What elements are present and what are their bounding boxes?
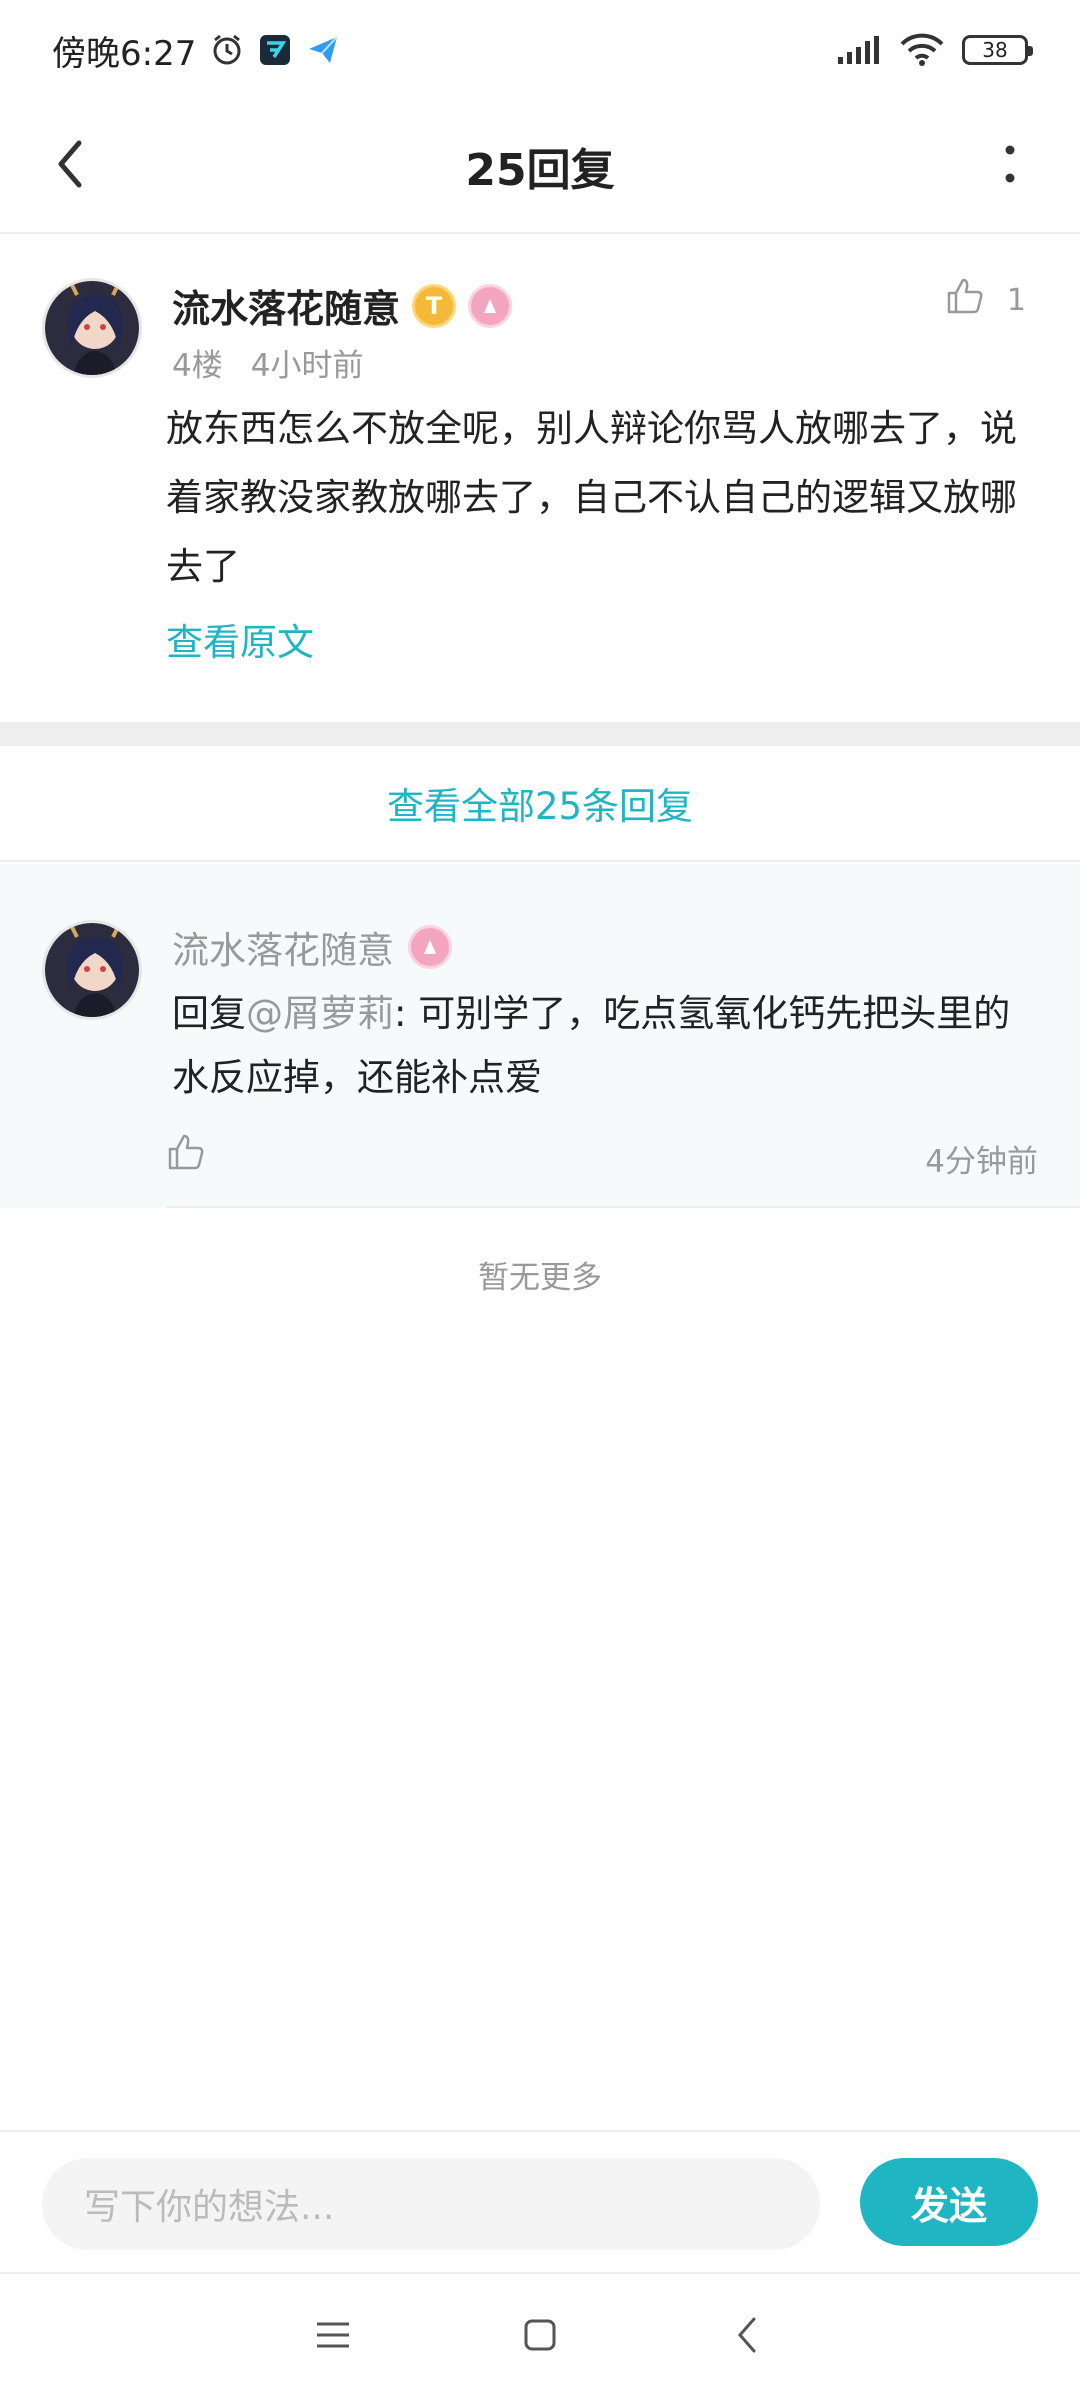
reply-time: 4分钟前 bbox=[925, 1144, 1038, 1180]
reply-content: 回复@屑萝莉: 可别学了，吃点氢氧化钙先把头里的水反应掉，还能补点爱 bbox=[172, 982, 1042, 1110]
reply-item: 流水落花随意 回复@屑萝莉: 可别学了，吃点氢氧化钙先把头里的水反应掉，还能补点… bbox=[0, 864, 1080, 1208]
chevron-left-icon bbox=[55, 139, 85, 193]
status-left: 傍晚6:27 bbox=[52, 26, 340, 75]
status-right: 38 bbox=[836, 33, 1033, 67]
no-more-text: 暂无更多 bbox=[478, 1260, 602, 1296]
send-icon bbox=[306, 33, 340, 67]
username-row: 流水落花随意 T bbox=[172, 278, 513, 333]
back-button[interactable] bbox=[40, 136, 100, 196]
status-bar: 傍晚6:27 38 bbox=[0, 0, 1080, 100]
thumbs-up-icon bbox=[166, 1134, 206, 1176]
header: 25回复 bbox=[0, 100, 1080, 234]
reply-prefix: 回复 bbox=[172, 992, 246, 1035]
view-original-link[interactable]: 查看原文 bbox=[166, 612, 314, 666]
send-button[interactable]: 发送 bbox=[860, 2158, 1038, 2246]
mention-link[interactable]: @屑萝莉 bbox=[246, 992, 394, 1035]
gold-badge-icon: T bbox=[412, 283, 457, 328]
more-vertical-icon bbox=[1004, 144, 1016, 188]
more-button[interactable] bbox=[980, 136, 1040, 196]
reply-like-button[interactable] bbox=[166, 1132, 206, 1176]
app-icon bbox=[258, 33, 292, 67]
reply-divider bbox=[166, 1206, 1080, 1208]
wifi-icon bbox=[900, 33, 944, 67]
home-button[interactable] bbox=[510, 2307, 570, 2367]
view-all-replies-link[interactable]: 查看全部25条回复 bbox=[0, 746, 1080, 862]
menu-button[interactable] bbox=[303, 2307, 363, 2367]
reply-username-row: 流水落花随意 bbox=[172, 920, 452, 974]
back-nav-button[interactable] bbox=[717, 2307, 777, 2367]
avatar[interactable] bbox=[42, 278, 142, 378]
status-time: 傍晚6:27 bbox=[52, 33, 197, 74]
floor-number: 4楼 bbox=[172, 348, 223, 384]
comment-input[interactable]: 写下你的想法... bbox=[42, 2158, 820, 2250]
square-icon bbox=[523, 2318, 557, 2356]
comment-time: 4小时前 bbox=[250, 348, 364, 384]
like-button[interactable]: 1 bbox=[945, 276, 1026, 324]
main-comment: 流水落花随意 T 1 4楼 4小时前 放东西怎么不放全呢，别人辩论你骂人放哪去了… bbox=[0, 236, 1080, 722]
comment-meta: 4楼 4小时前 bbox=[172, 340, 363, 385]
reply-username[interactable]: 流水落花随意 bbox=[172, 920, 394, 974]
menu-icon bbox=[315, 2320, 351, 2354]
comment-content: 放东西怎么不放全呢，别人辩论你骂人放哪去了，说着家教没家教放哪去了，自己不认自己… bbox=[166, 407, 1017, 588]
battery-icon: 38 bbox=[962, 35, 1033, 65]
section-divider bbox=[0, 722, 1080, 746]
avatar[interactable] bbox=[42, 920, 142, 1020]
system-nav-bar bbox=[0, 2272, 1080, 2400]
pink-badge-icon bbox=[408, 925, 452, 969]
input-bar: 写下你的想法... 发送 bbox=[0, 2130, 1080, 2270]
pink-badge-icon bbox=[468, 283, 513, 328]
chevron-left-icon bbox=[736, 2316, 758, 2358]
like-count: 1 bbox=[1006, 282, 1026, 318]
signal-icon bbox=[836, 35, 882, 65]
thumbs-up-icon bbox=[945, 276, 985, 324]
username[interactable]: 流水落花随意 bbox=[172, 278, 400, 333]
page-title: 25回复 bbox=[465, 145, 615, 196]
alarm-icon bbox=[210, 33, 244, 67]
